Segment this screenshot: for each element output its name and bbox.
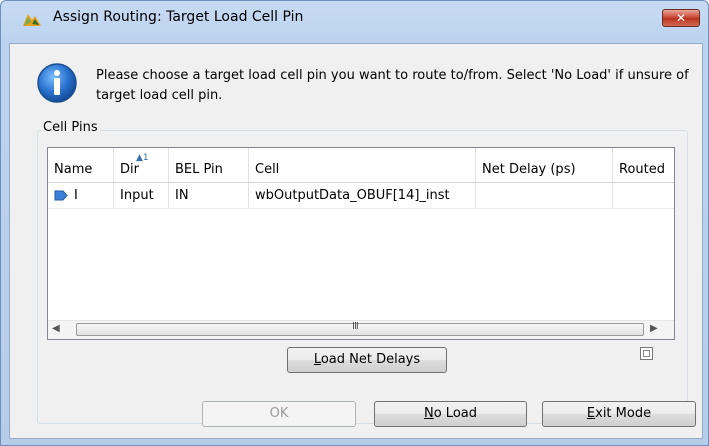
table-header: Name ▲1 Dir BEL Pin Cell Net Delay (ps) … (48, 148, 674, 183)
app-logo-icon (23, 14, 41, 26)
column-header-cell[interactable]: Cell (249, 148, 476, 182)
cell-pins-table[interactable]: Name ▲1 Dir BEL Pin Cell Net Delay (ps) … (47, 147, 675, 340)
cell-routed (613, 183, 674, 208)
cell-pins-group-label: Cell Pins (41, 120, 100, 135)
column-header-routed[interactable]: Routed (613, 148, 674, 182)
exit-mode-button[interactable]: Exit Mode (542, 401, 696, 427)
close-icon: ✕ (675, 11, 687, 25)
column-chooser-icon[interactable] (640, 347, 653, 360)
title-bar[interactable]: Assign Routing: Target Load Cell Pin ✕ (1, 1, 708, 35)
instruction-message: Please choose a target load cell pin you… (96, 68, 689, 103)
dialog-body: Please choose a target load cell pin you… (9, 43, 703, 439)
close-button[interactable]: ✕ (662, 9, 700, 27)
load-net-delays-button[interactable]: Load Net Delays (287, 347, 447, 373)
column-header-net-delay[interactable]: Net Delay (ps) (476, 148, 613, 182)
scroll-left-icon[interactable]: ◀ (52, 323, 60, 334)
dialog-window: Assign Routing: Target Load Cell Pin ✕ P… (0, 0, 709, 446)
cell-net-delay (476, 183, 613, 208)
cell-dir: Input (114, 183, 169, 208)
scrollbar-grip: III (352, 321, 359, 332)
ok-button[interactable]: OK (202, 401, 356, 427)
scrollbar-thumb[interactable]: III (76, 321, 644, 336)
column-header-bel-pin[interactable]: BEL Pin (169, 148, 249, 182)
cell-cell: wbOutputData_OBUF[14]_inst (249, 183, 476, 208)
scroll-right-icon[interactable]: ▶ (650, 323, 658, 334)
window-title: Assign Routing: Target Load Cell Pin (53, 9, 304, 25)
horizontal-scrollbar[interactable]: ◀ III ▶ (48, 320, 674, 339)
no-load-button[interactable]: No Load (374, 401, 527, 427)
column-header-name[interactable]: Name (48, 148, 114, 182)
info-icon (37, 63, 77, 103)
cell-name: I (48, 183, 114, 208)
input-pin-icon (54, 190, 68, 201)
table-row[interactable]: I Input IN wbOutputData_OBUF[14]_inst (48, 183, 674, 209)
cell-bel-pin: IN (169, 183, 249, 208)
column-header-dir[interactable]: ▲1 Dir (114, 148, 169, 182)
